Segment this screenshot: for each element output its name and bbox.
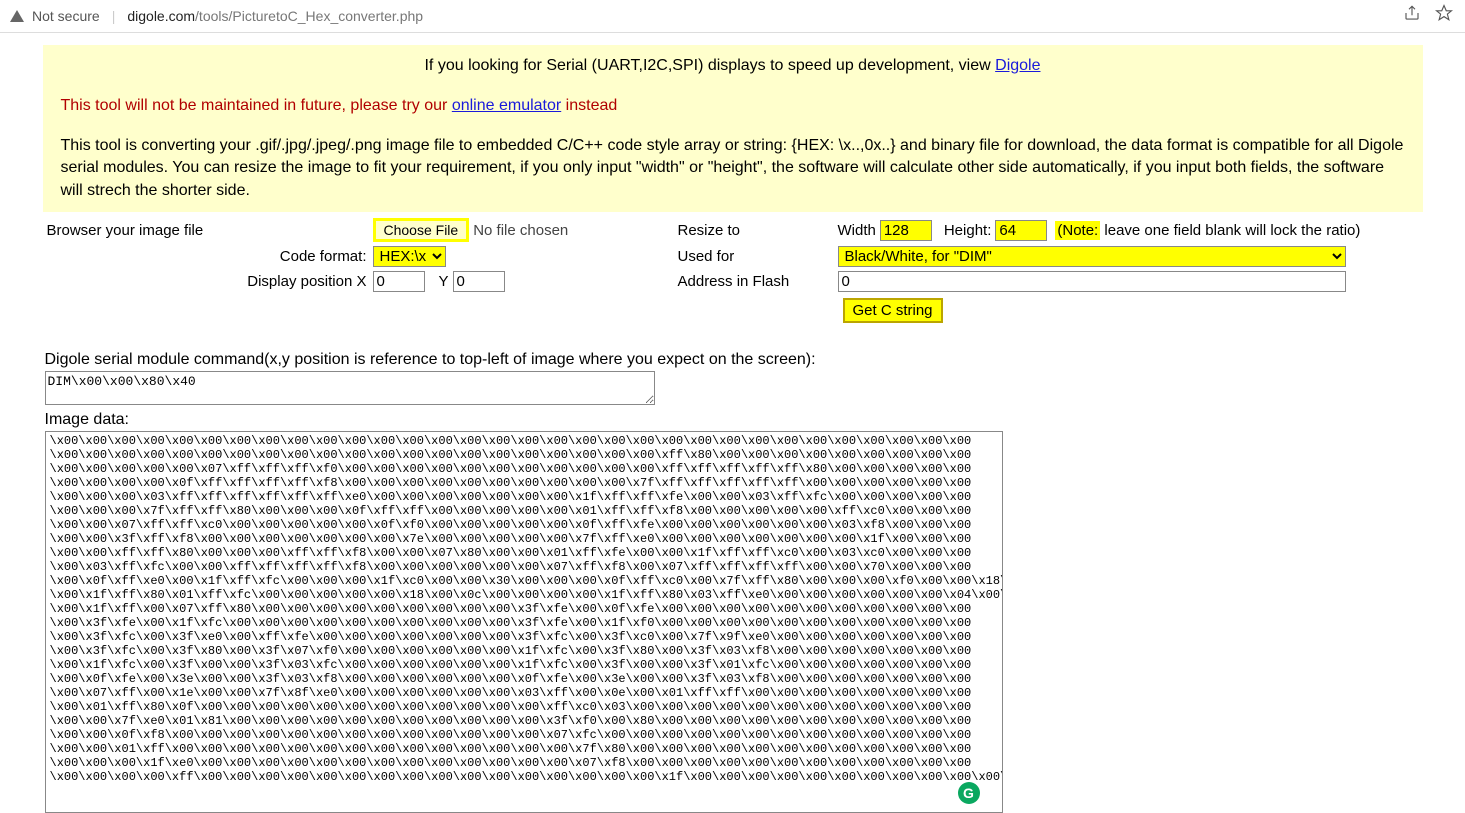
banner: If you looking for Serial (UART,I2C,SPI)… <box>43 45 1423 212</box>
address-input[interactable] <box>838 271 1346 292</box>
display-position-label: Display position X <box>47 273 373 290</box>
resize-label: Resize to <box>678 222 838 239</box>
url-host: digole.com <box>127 8 195 24</box>
note-rest: leave one field blank will lock the rati… <box>1100 222 1360 239</box>
code-format-label: Code format: <box>47 248 373 265</box>
get-c-string-button[interactable]: Get C string <box>843 298 943 323</box>
pos-x-input[interactable] <box>373 271 425 292</box>
deprecation-suffix: instead <box>561 97 617 114</box>
online-emulator-link[interactable]: online emulator <box>452 97 561 114</box>
banner-intro: If you looking for Serial (UART,I2C,SPI)… <box>61 57 1405 75</box>
choose-file-button[interactable]: Choose File <box>373 218 470 242</box>
not-secure-label: Not secure <box>32 8 100 24</box>
address-label: Address in Flash <box>678 273 838 290</box>
form-area: Browser your image file Choose File No f… <box>43 216 1423 323</box>
not-secure-icon <box>10 10 24 22</box>
hex-textarea[interactable] <box>46 432 1002 812</box>
cmd-textarea[interactable] <box>45 371 655 405</box>
cmd-label: Digole serial module command(x,y positio… <box>45 351 1421 369</box>
divider: | <box>112 8 116 24</box>
bookmark-star-icon[interactable] <box>1435 4 1453 27</box>
address-bar: Not secure | digole.com/tools/PicturetoC… <box>0 0 1465 33</box>
data-label: Image data: <box>45 411 1421 429</box>
deprecation-notice: This tool will not be maintained in futu… <box>61 97 1405 115</box>
width-input[interactable] <box>880 220 932 241</box>
file-label: Browser your image file <box>47 222 373 239</box>
digole-link[interactable]: Digole <box>995 57 1040 74</box>
height-input[interactable] <box>995 220 1047 241</box>
banner-intro-text: If you looking for Serial (UART,I2C,SPI)… <box>424 57 995 74</box>
grammarly-icon[interactable]: G <box>958 782 980 804</box>
url-path: /tools/PicturetoC_Hex_converter.php <box>195 8 423 24</box>
used-for-select[interactable]: Black/White, for "DIM" <box>838 246 1346 267</box>
code-format-select[interactable]: HEX:\x <box>373 246 446 267</box>
note: (Note: leave one field blank will lock t… <box>1055 222 1360 239</box>
no-file-chosen: No file chosen <box>473 222 568 239</box>
pos-y-label: Y <box>439 273 449 290</box>
note-prefix: (Note: <box>1055 221 1100 240</box>
hex-wrap: G <box>45 431 1003 813</box>
height-label: Height: <box>944 222 992 239</box>
url[interactable]: digole.com/tools/PicturetoC_Hex_converte… <box>127 8 423 24</box>
share-icon[interactable] <box>1403 4 1421 27</box>
width-label: Width <box>838 222 876 239</box>
used-for-label: Used for <box>678 248 838 265</box>
tool-description: This tool is converting your .gif/.jpg/.… <box>61 135 1405 202</box>
pos-y-input[interactable] <box>453 271 505 292</box>
output-area: Digole serial module command(x,y positio… <box>43 351 1423 813</box>
deprecation-prefix: This tool will not be maintained in futu… <box>61 97 452 114</box>
